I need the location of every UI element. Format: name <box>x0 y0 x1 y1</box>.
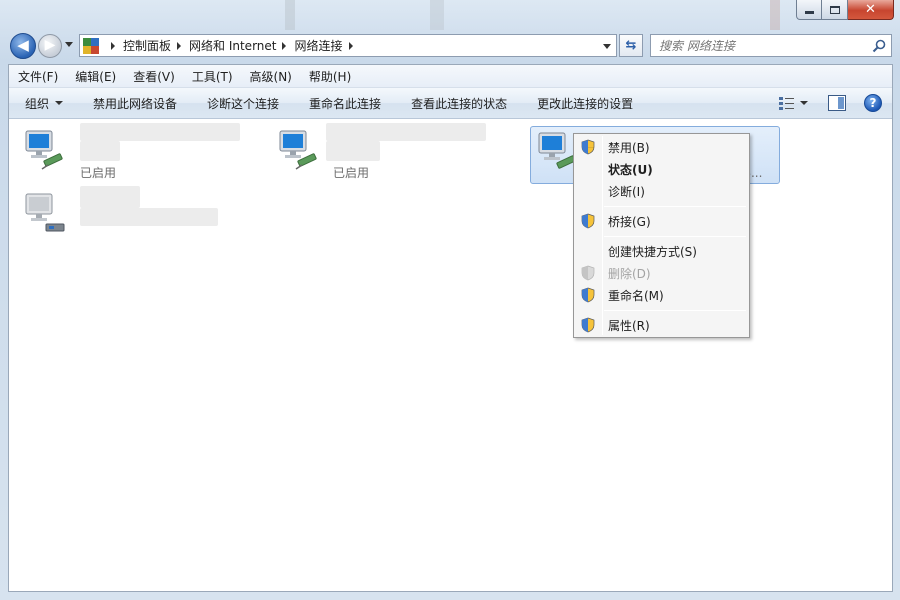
menu-item-disable[interactable]: 禁用(B) <box>576 136 747 158</box>
uac-shield-icon <box>581 213 595 229</box>
uac-shield-icon <box>581 139 595 155</box>
network-adapter-icon <box>25 193 65 232</box>
breadcrumb-network-internet[interactable]: 网络和 Internet <box>189 37 276 54</box>
change-view-button[interactable] <box>776 94 810 112</box>
back-arrow-icon: ◀ <box>17 35 29 54</box>
forward-button[interactable]: ▶ <box>38 34 62 58</box>
address-dropdown-icon[interactable] <box>603 44 611 49</box>
chevron-down-icon <box>55 101 64 105</box>
connection-status: 已启用 <box>80 166 117 180</box>
refresh-icon: ⇆ <box>625 38 637 53</box>
menu-tools[interactable]: 工具(T) <box>183 68 241 85</box>
minimize-button[interactable] <box>796 0 822 20</box>
menu-separator <box>604 310 746 311</box>
close-icon: ✕ <box>865 2 876 17</box>
background-blur <box>285 0 295 30</box>
background-blur <box>430 0 444 30</box>
search-box[interactable] <box>650 34 892 57</box>
menu-item-no-icon <box>580 183 596 199</box>
menu-help[interactable]: 帮助(H) <box>300 68 359 85</box>
breadcrumb-separator-icon[interactable] <box>348 41 353 50</box>
menu-item-status[interactable]: 状态(U) <box>576 158 747 180</box>
menu-item-label: 属性(R) <box>608 318 650 333</box>
control-panel-icon <box>83 37 99 54</box>
connection-item[interactable] <box>22 186 252 246</box>
recent-pages-dropdown[interactable] <box>65 42 73 47</box>
network-adapter-icon <box>25 130 63 170</box>
minimize-icon <box>804 11 814 14</box>
breadcrumb-control-panel[interactable]: 控制面板 <box>123 37 171 54</box>
view-list-icon <box>779 97 794 110</box>
menu-separator <box>604 206 746 207</box>
menu-item-label: 桥接(G) <box>608 214 651 229</box>
menu-item-properties[interactable]: 属性(R) <box>576 314 747 336</box>
menu-item-bridge[interactable]: 桥接(G) <box>576 210 747 232</box>
organize-button[interactable]: 组织 <box>9 95 77 112</box>
menu-view[interactable]: 查看(V) <box>124 68 183 85</box>
menu-separator <box>604 236 746 237</box>
menu-item-no-icon <box>580 161 596 177</box>
close-button[interactable]: ✕ <box>848 0 894 20</box>
connection-item[interactable]: 已启用 <box>276 123 506 183</box>
forward-arrow-icon: ▶ <box>44 37 56 53</box>
breadcrumb-separator-icon[interactable] <box>111 41 115 50</box>
caption-buttons: ✕ <box>796 0 894 20</box>
view-status-button[interactable]: 查看此连接的状态 <box>395 95 521 112</box>
breadcrumb-separator-icon[interactable] <box>282 41 287 50</box>
uac-shield-icon <box>581 317 595 333</box>
command-bar: 组织 禁用此网络设备 诊断这个连接 重命名此连接 查看此连接的状态 更改此连接的… <box>9 88 892 119</box>
command-bar-right: ? <box>776 94 882 112</box>
refresh-button[interactable]: ⇆ <box>619 34 643 57</box>
search-icon[interactable] <box>872 39 886 53</box>
diagnose-button[interactable]: 诊断这个连接 <box>191 95 293 112</box>
context-menu: 禁用(B) 状态(U) 诊断(I) 桥接(G) 创建快捷方式(S) 删除(D) … <box>573 133 750 338</box>
address-bar[interactable]: 控制面板 网络和 Internet 网络连接 <box>79 34 617 57</box>
uac-shield-icon-disabled <box>581 265 595 281</box>
connection-device-redacted <box>326 141 380 161</box>
change-settings-button[interactable]: 更改此连接的设置 <box>521 95 647 112</box>
chevron-down-icon <box>800 101 808 105</box>
maximize-button[interactable] <box>822 0 848 20</box>
maximize-icon <box>829 5 840 14</box>
connection-device-redacted <box>80 141 120 161</box>
menu-bar: 文件(F) 编辑(E) 查看(V) 工具(T) 高级(N) 帮助(H) <box>9 65 892 88</box>
organize-label: 组织 <box>25 96 50 111</box>
breadcrumb-separator-icon[interactable] <box>177 41 182 50</box>
menu-item-diagnose[interactable]: 诊断(I) <box>576 180 747 202</box>
disable-device-button[interactable]: 禁用此网络设备 <box>77 95 191 112</box>
connection-name-redacted <box>80 186 140 208</box>
connection-item[interactable]: 已启用 <box>22 123 252 183</box>
window-frame: ✕ ◀ ▶ 控制面板 网络和 Internet 网络连接 ⇆ 文件(F) 编 <box>0 0 900 600</box>
preview-pane-icon[interactable] <box>828 95 846 111</box>
menu-item-no-icon <box>580 243 596 259</box>
menu-edit[interactable]: 编辑(E) <box>66 68 124 85</box>
help-icon[interactable]: ? <box>864 94 882 112</box>
connection-name-redacted <box>326 123 486 141</box>
menu-item-label: 诊断(I) <box>608 184 645 199</box>
menu-item-label: 创建快捷方式(S) <box>608 244 697 259</box>
menu-item-delete: 删除(D) <box>576 262 747 284</box>
menu-item-label: 重命名(M) <box>608 288 664 303</box>
menu-item-label: 删除(D) <box>608 266 651 281</box>
menu-advanced[interactable]: 高级(N) <box>241 68 300 85</box>
connection-name-redacted <box>80 123 240 141</box>
menu-file[interactable]: 文件(F) <box>9 68 66 85</box>
connection-device-redacted <box>80 208 218 226</box>
breadcrumb-network-connections[interactable]: 网络连接 <box>294 37 342 54</box>
network-adapter-icon <box>279 130 317 170</box>
back-button[interactable]: ◀ <box>10 33 36 59</box>
connection-status: 已启用 <box>333 166 370 180</box>
menu-item-create-shortcut[interactable]: 创建快捷方式(S) <box>576 240 747 262</box>
rename-button[interactable]: 重命名此连接 <box>293 95 395 112</box>
breadcrumb: 控制面板 网络和 Internet 网络连接 <box>105 35 361 56</box>
search-input[interactable] <box>659 38 869 53</box>
uac-shield-icon <box>581 287 595 303</box>
menu-item-label: 禁用(B) <box>608 140 650 155</box>
menu-item-label: 状态(U) <box>608 162 653 177</box>
menu-item-rename[interactable]: 重命名(M) <box>576 284 747 306</box>
background-blur <box>770 0 780 30</box>
